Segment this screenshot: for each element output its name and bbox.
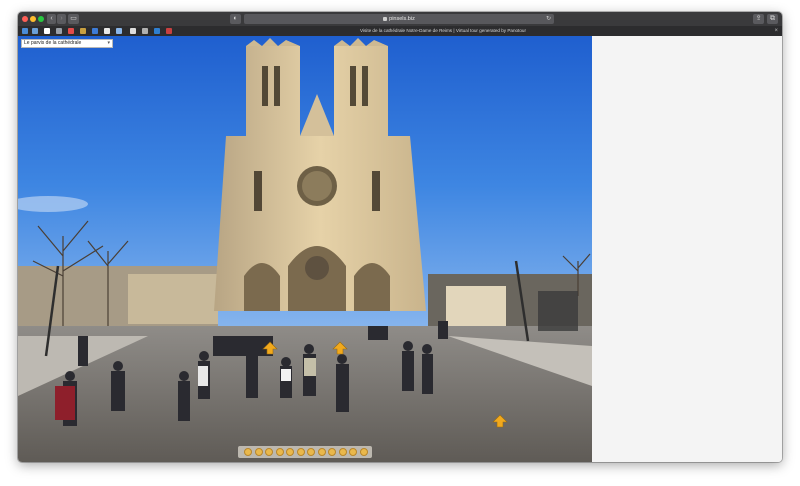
- browser-window: ‹ › ▭ ◐ pinsels.biz ↻ ⇪ ⧉ Visite de la c…: [18, 12, 782, 462]
- tabs-overview-icon[interactable]: ⧉: [767, 14, 778, 24]
- gyro-icon[interactable]: [328, 448, 336, 456]
- address-bar[interactable]: pinsels.biz ↻: [244, 14, 554, 24]
- side-panel: [592, 36, 782, 462]
- minimize-window-icon[interactable]: [30, 16, 36, 22]
- back-button[interactable]: ‹: [47, 14, 56, 24]
- panorama-viewer[interactable]: Le parvis de la cathédrale ▾: [18, 36, 592, 462]
- bookmark-9-icon[interactable]: [116, 28, 122, 34]
- share-icon[interactable]: ⇪: [753, 14, 764, 24]
- reload-icon[interactable]: ↻: [546, 14, 551, 24]
- bookmark-1-icon[interactable]: [22, 28, 28, 34]
- bookmark-2-icon[interactable]: [32, 28, 38, 34]
- zoom-in-icon[interactable]: [254, 448, 263, 456]
- scene-select-value: Le parvis de la cathédrale: [24, 40, 82, 46]
- browser-toolbar: ‹ › ▭ ◐ pinsels.biz ↻ ⇪ ⧉: [18, 12, 782, 26]
- arrow-left-icon[interactable]: [286, 448, 294, 456]
- scene-select[interactable]: Le parvis de la cathédrale ▾: [21, 39, 113, 48]
- map-icon[interactable]: [359, 448, 368, 456]
- bookmark-4-icon[interactable]: [56, 28, 62, 34]
- bookmark-7-icon[interactable]: [92, 28, 98, 34]
- share-privacy-icon[interactable]: ◐: [230, 14, 241, 24]
- help-icon[interactable]: [338, 448, 347, 456]
- arrow-up-icon[interactable]: [265, 448, 273, 456]
- tab-title[interactable]: Visite de la cathédrale Notre-Dame de Re…: [360, 26, 600, 36]
- panorama-image[interactable]: [18, 36, 592, 462]
- fullscreen-icon[interactable]: [317, 448, 326, 456]
- bookmark-11-icon[interactable]: [142, 28, 148, 34]
- bookmark-3-icon[interactable]: [44, 28, 50, 34]
- arrow-down-icon[interactable]: [275, 448, 284, 456]
- bookmark-13-icon[interactable]: [166, 28, 172, 34]
- sidebar-toggle-icon[interactable]: ▭: [68, 14, 79, 24]
- bookmark-5-icon[interactable]: [68, 28, 74, 34]
- bookmark-8-icon[interactable]: [104, 28, 110, 34]
- zoom-out-icon[interactable]: [244, 448, 252, 456]
- bookmarks-bar: Visite de la cathédrale Notre-Dame de Re…: [18, 26, 782, 36]
- close-window-icon[interactable]: [22, 16, 28, 22]
- chevron-down-icon: ▾: [107, 40, 110, 46]
- zoom-window-icon[interactable]: [38, 16, 44, 22]
- bookmark-6-icon[interactable]: [80, 28, 86, 34]
- lock-icon: [383, 16, 388, 21]
- tour-control-bar: [238, 446, 372, 458]
- autorotate-icon[interactable]: [307, 448, 315, 456]
- bookmark-10-icon[interactable]: [130, 28, 136, 34]
- url-text: pinsels.biz: [389, 16, 415, 22]
- tab-close-icon[interactable]: ×: [774, 26, 778, 36]
- arrow-right-icon[interactable]: [296, 448, 305, 456]
- bookmark-12-icon[interactable]: [154, 28, 160, 34]
- info-icon[interactable]: [349, 448, 357, 456]
- forward-button[interactable]: ›: [57, 14, 66, 24]
